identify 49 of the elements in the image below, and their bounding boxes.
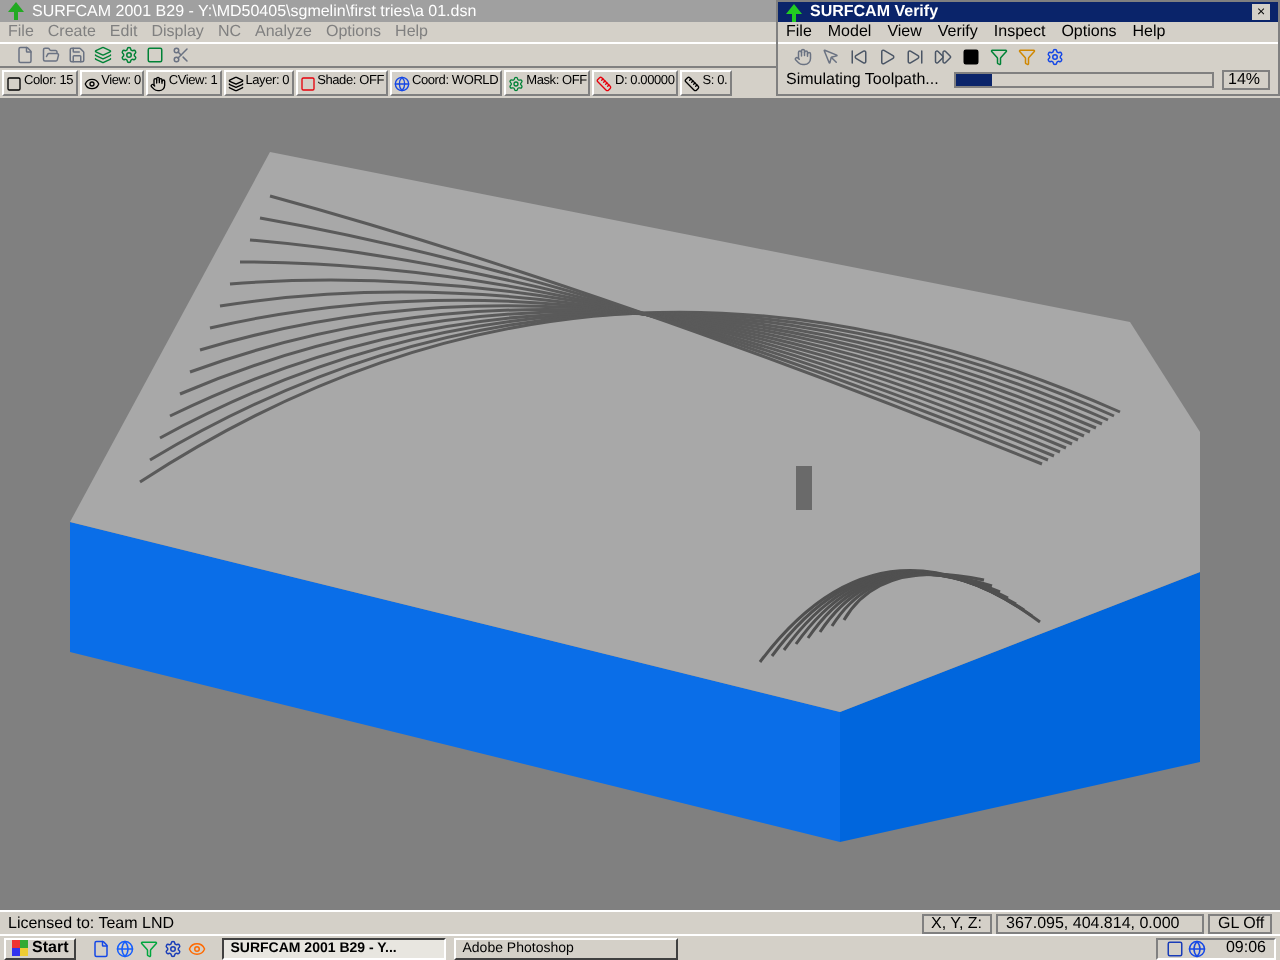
layers-icon[interactable] bbox=[94, 46, 112, 64]
open-folder-icon[interactable] bbox=[42, 46, 60, 64]
pointer-icon[interactable] bbox=[822, 47, 840, 65]
gl-status: GL Off bbox=[1208, 913, 1272, 933]
start-button[interactable]: Start bbox=[4, 937, 77, 959]
gear-icon[interactable] bbox=[1046, 47, 1064, 65]
fast-forward-icon[interactable] bbox=[934, 47, 952, 65]
skip-forward-icon[interactable] bbox=[906, 47, 924, 65]
scissors-icon[interactable] bbox=[172, 46, 190, 64]
coord-label: X, Y, Z: bbox=[921, 913, 992, 933]
window-title: SURFCAM 2001 B29 - Y:\MD50405\sgmelin\first tries\a 01.dsn bbox=[32, 3, 477, 19]
menu-item[interactable]: Options bbox=[1061, 24, 1117, 40]
ruler-icon bbox=[684, 75, 701, 91]
verify-title: SURFCAM Verify bbox=[810, 4, 941, 20]
eye-icon bbox=[83, 75, 100, 91]
menu-item[interactable]: Verify bbox=[937, 24, 978, 40]
progress-status: Simulating Toolpath... bbox=[786, 72, 941, 88]
square-icon[interactable] bbox=[146, 46, 164, 64]
gear-icon[interactable] bbox=[164, 939, 183, 957]
play-icon[interactable] bbox=[878, 47, 896, 65]
layers-icon bbox=[227, 75, 244, 91]
funnel-icon[interactable] bbox=[990, 47, 1008, 65]
globe-icon[interactable] bbox=[116, 939, 135, 957]
windows-logo-icon bbox=[12, 940, 28, 956]
license-text: Licensed to: Team LND bbox=[8, 915, 175, 931]
menu-item[interactable]: Model bbox=[827, 24, 872, 40]
coord-readout: 367.095, 404.814, 0.000 bbox=[996, 913, 1204, 933]
hand-icon bbox=[150, 75, 167, 91]
hand-icon[interactable] bbox=[794, 47, 812, 65]
file-icon[interactable] bbox=[92, 939, 111, 957]
stop-icon[interactable] bbox=[962, 47, 980, 65]
gear-icon bbox=[508, 75, 525, 91]
square-icon bbox=[299, 75, 316, 91]
menu-item[interactable]: File bbox=[786, 24, 812, 40]
menu-item[interactable]: Inspect bbox=[993, 24, 1046, 40]
ruler-icon bbox=[596, 75, 613, 91]
funnel-icon[interactable] bbox=[1018, 47, 1036, 65]
gear-icon[interactable] bbox=[120, 46, 138, 64]
menu-item[interactable]: View bbox=[887, 24, 922, 40]
new-file-icon[interactable] bbox=[16, 46, 34, 64]
square-icon bbox=[6, 75, 22, 91]
globe-icon bbox=[393, 75, 410, 91]
skip-back-icon[interactable] bbox=[850, 47, 868, 65]
save-icon[interactable] bbox=[68, 46, 86, 64]
progress-percent: 14% bbox=[1222, 70, 1270, 90]
menu-item[interactable]: Help bbox=[1132, 24, 1166, 40]
square-icon[interactable] bbox=[1165, 939, 1184, 957]
globe-icon[interactable] bbox=[1187, 939, 1206, 957]
clock: 09:06 bbox=[1225, 940, 1266, 956]
